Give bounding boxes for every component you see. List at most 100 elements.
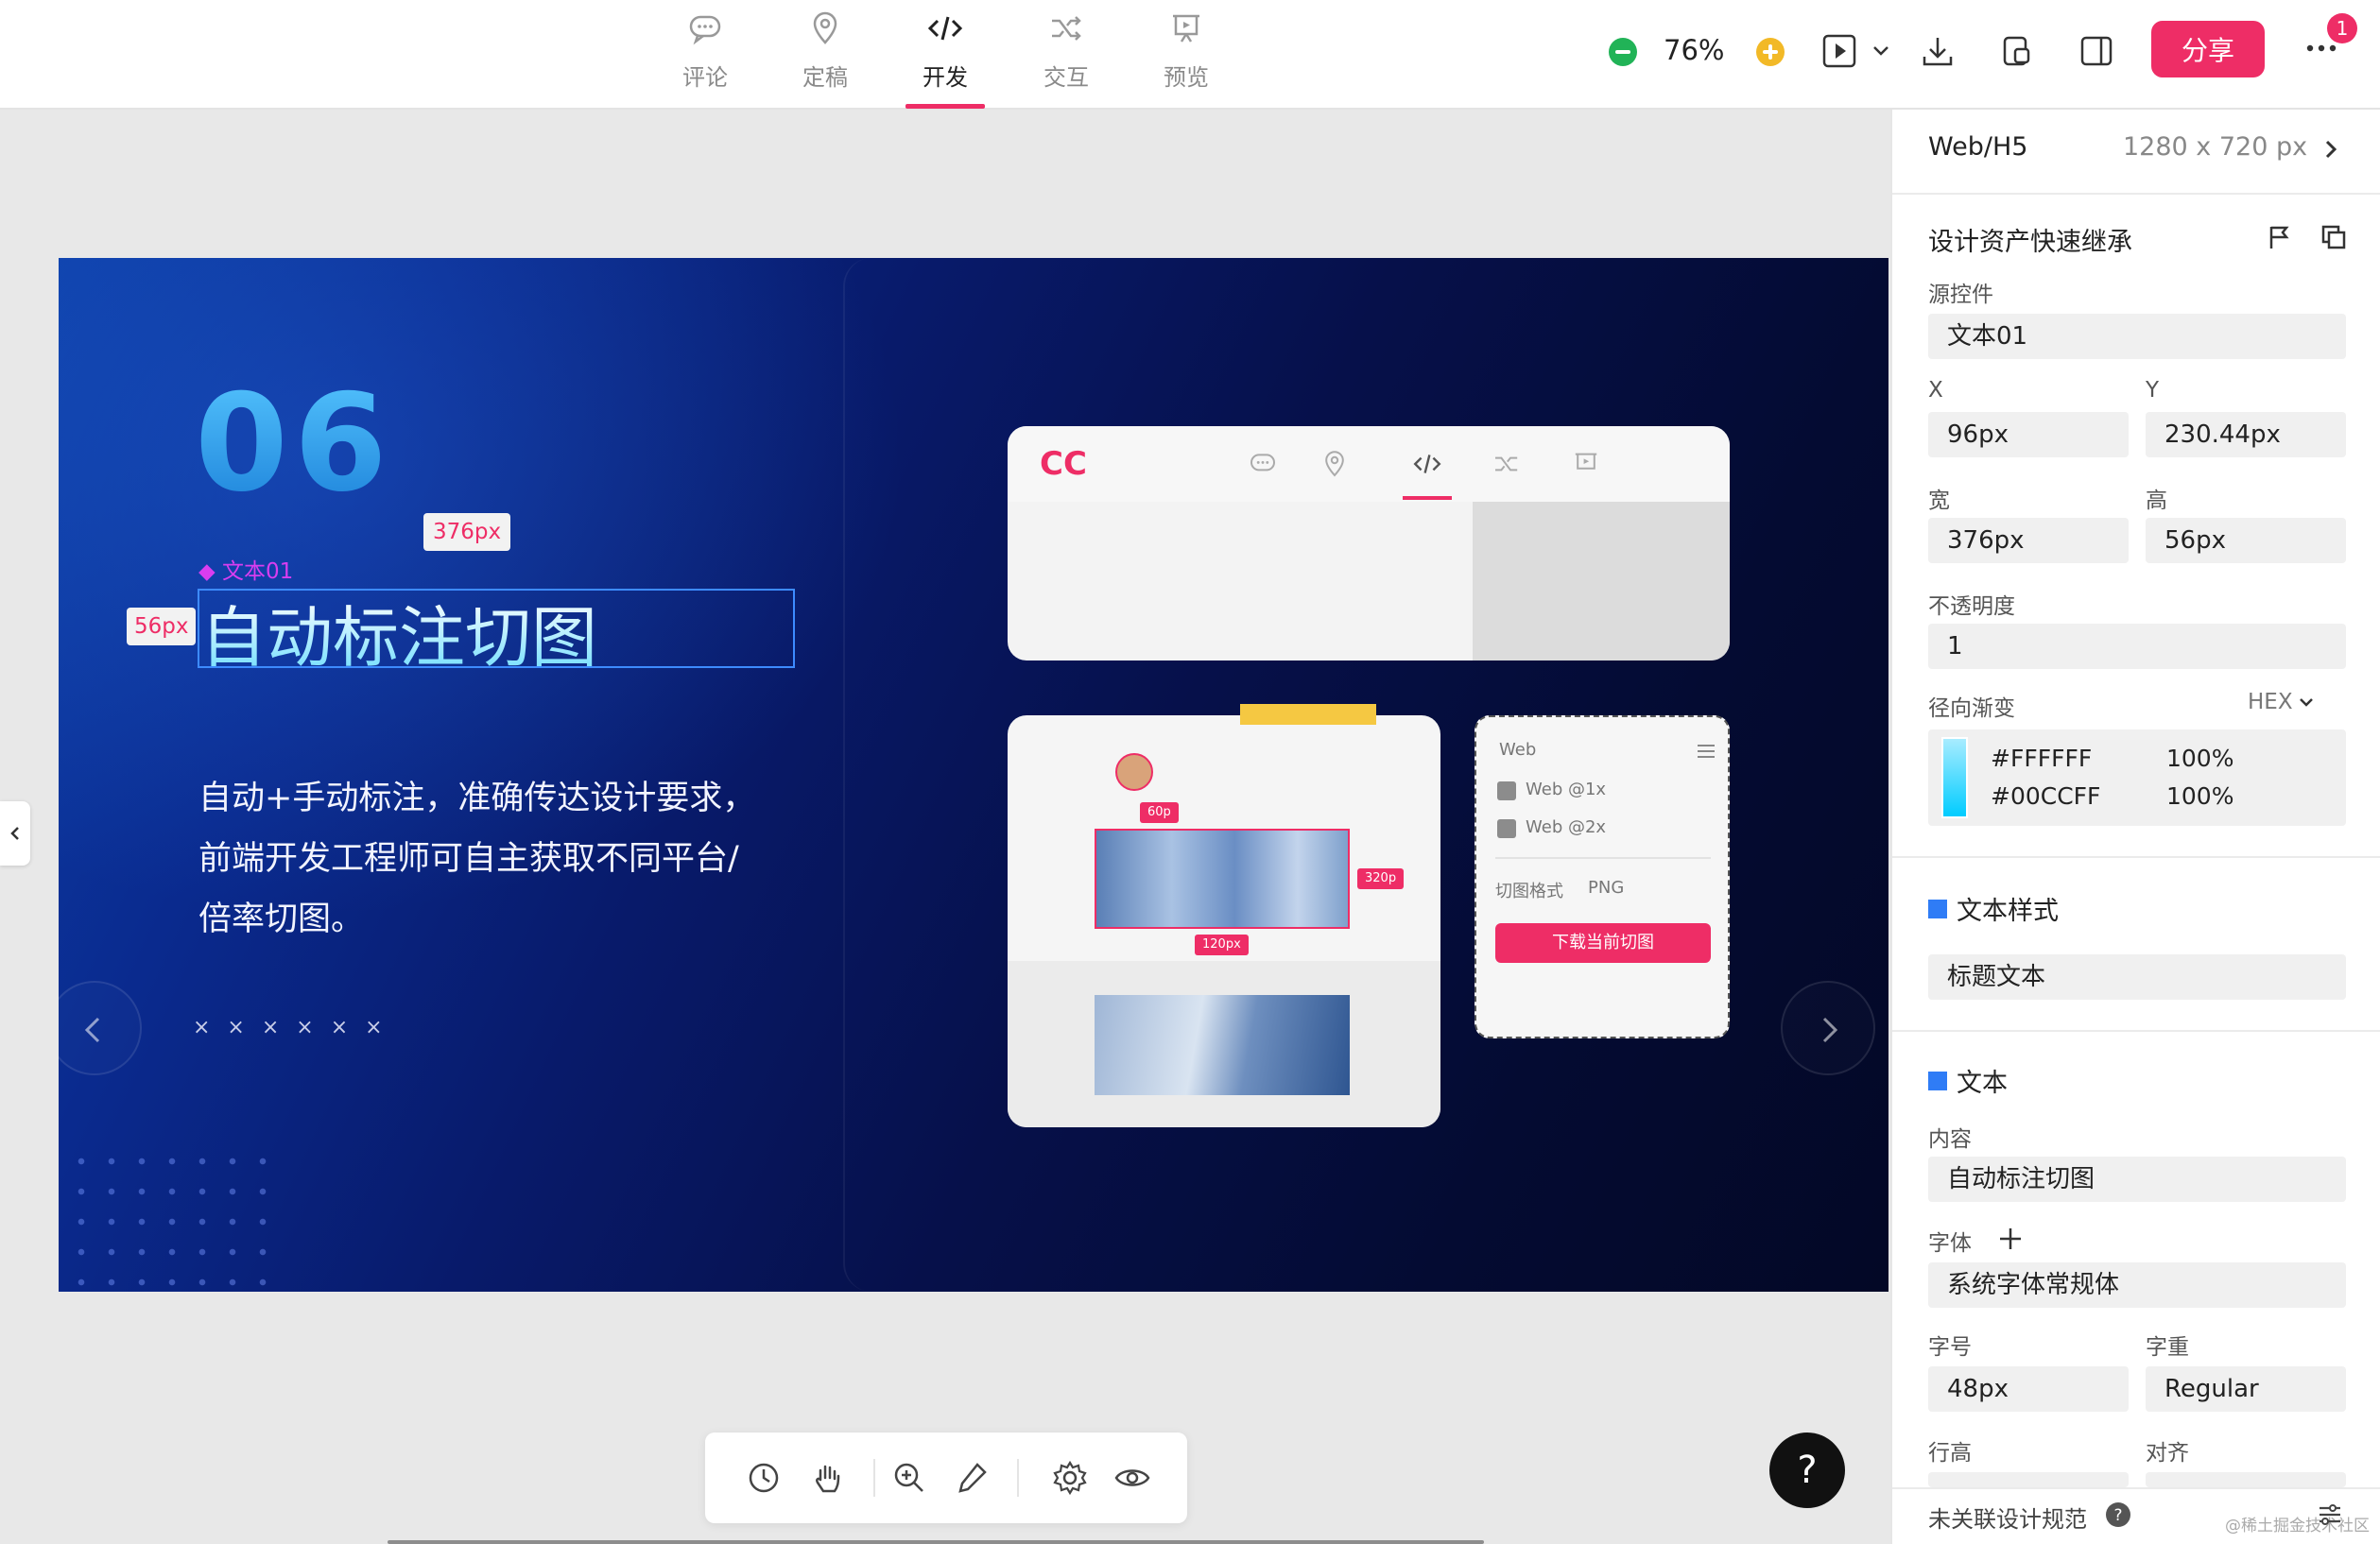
export-1x-label: Web @1x — [1526, 780, 1607, 799]
gradient-stops-box: #FFFFFF 100% #00CCFF 100% — [1928, 729, 2346, 826]
artboard-size: 1280 x 720 px — [2123, 132, 2308, 162]
height-field[interactable]: 56px — [2146, 518, 2346, 563]
align-label: 对齐 — [2146, 1441, 2189, 1466]
layer-name-label: ◆ 文本01 — [198, 559, 294, 584]
tab-finalize[interactable]: 定稿 — [778, 0, 872, 110]
chevron-down-icon[interactable] — [1870, 42, 1892, 60]
zoom-level[interactable]: 76% — [1664, 34, 1724, 66]
content-label: 内容 — [1928, 1127, 1972, 1152]
mockup-avatar — [1115, 753, 1153, 791]
align-field[interactable] — [2146, 1472, 2346, 1487]
text-style-field[interactable]: 标题文本 — [1928, 954, 2346, 1000]
mockup-export-panel[interactable]: Web Web @1x Web @2x 切图格式 PNG 下载当前切图 — [1475, 715, 1730, 1038]
help-button[interactable]: ? — [1769, 1432, 1845, 1508]
zoom-icon[interactable] — [890, 1459, 928, 1497]
line-height-label: 行高 — [1928, 1441, 1972, 1466]
history-icon[interactable] — [745, 1459, 783, 1497]
mockup-building-photo — [1095, 829, 1350, 929]
x-label: X — [1928, 378, 1943, 403]
copy-link-icon[interactable] — [1998, 32, 2036, 70]
plus-icon[interactable] — [1996, 1225, 2025, 1253]
copy-icon[interactable] — [2320, 223, 2348, 251]
gradient-stop-color[interactable]: #00CCFF — [1991, 782, 2100, 810]
tab-interaction[interactable]: 交互 — [1019, 0, 1113, 110]
y-label: Y — [2146, 378, 2160, 403]
comment-icon — [689, 15, 721, 45]
source-label: 源控件 — [1928, 283, 1993, 307]
collapse-left-panel-button[interactable] — [0, 801, 30, 866]
design-artboard[interactable]: 06 376px ◆ 文本01 56px 自动标注切图 自动+手动标注，准确传达… — [59, 258, 1888, 1292]
source-field[interactable]: 文本01 — [1928, 314, 2346, 359]
font-field[interactable]: 系统字体常规体 — [1928, 1262, 2346, 1308]
measure-tag: 60p — [1140, 802, 1179, 823]
mockup-annotation — [1240, 704, 1376, 725]
gradient-stop-opacity[interactable]: 100% — [2166, 745, 2233, 772]
mockup-device[interactable]: 60p 320p 120px — [1008, 715, 1440, 1127]
prev-slide-button[interactable] — [59, 981, 142, 1075]
panel-toggle-icon[interactable] — [2078, 32, 2115, 70]
gradient-format-select[interactable]: HEX — [2248, 690, 2293, 714]
font-size-field[interactable]: 48px — [1928, 1366, 2129, 1412]
settings-sliders-icon — [1698, 745, 1715, 758]
body-text-layer[interactable]: 自动+手动标注，准确传达设计要求，前端开发工程师可自主获取不同平台/倍率切图。 — [198, 768, 766, 950]
play-icon[interactable] — [1820, 32, 1858, 70]
x-field[interactable]: 96px — [1928, 412, 2129, 457]
tab-comment[interactable]: 评论 — [658, 0, 752, 110]
content-field[interactable]: 自动标注切图 — [1928, 1157, 2346, 1202]
tab-preview[interactable]: 预览 — [1139, 0, 1233, 110]
settings-sliders-icon[interactable] — [2316, 1501, 2344, 1529]
share-button[interactable]: 分享 — [2151, 21, 2265, 77]
section-marker — [1928, 900, 1947, 918]
width-field[interactable]: 376px — [1928, 518, 2129, 563]
divider — [1892, 1030, 2380, 1032]
gradient-swatch[interactable] — [1941, 737, 1968, 818]
flag-icon[interactable] — [2265, 223, 2293, 251]
download-icon[interactable] — [1919, 32, 1957, 70]
gradient-stop-opacity[interactable]: 100% — [2166, 782, 2233, 810]
export-2x-label: Web @2x — [1526, 817, 1607, 837]
hand-icon[interactable] — [809, 1459, 847, 1497]
watermark: @稀土掘金技术社区 — [2225, 1517, 2370, 1535]
opacity-field[interactable]: 1 — [1928, 624, 2346, 669]
line-height-field[interactable] — [1928, 1472, 2129, 1487]
tab-develop[interactable]: 开发 — [898, 0, 992, 110]
mockup-header — [1008, 426, 1730, 502]
horizontal-scrollbar[interactable] — [388, 1540, 1484, 1544]
selection-box — [198, 589, 795, 668]
location-pin-icon — [813, 11, 837, 44]
tab-label: 定稿 — [802, 64, 848, 91]
measure-tag: 120px — [1195, 935, 1249, 955]
measure-tag: 320p — [1357, 868, 1405, 889]
y-field[interactable]: 230.44px — [2146, 412, 2346, 457]
gradient-stop-color[interactable]: #FFFFFF — [1991, 745, 2092, 772]
code-icon — [1413, 455, 1441, 473]
shuffle-icon — [1495, 456, 1518, 472]
location-pin-icon — [1325, 451, 1344, 477]
font-label: 字体 — [1928, 1231, 1972, 1256]
font-weight-field[interactable]: Regular — [2146, 1366, 2346, 1412]
divider — [1892, 193, 2380, 195]
gradient-label: 径向渐变 — [1928, 696, 2015, 721]
text-section-title: 文本 — [1957, 1069, 2008, 1098]
color-picker-icon[interactable] — [953, 1459, 991, 1497]
chevron-right-icon[interactable] — [2320, 134, 2344, 164]
decorative-crosses: ×××××× — [193, 1016, 400, 1039]
toolbar-separator — [873, 1459, 875, 1497]
zoom-in-icon[interactable] — [1754, 36, 1786, 68]
section-number[interactable]: 06 — [195, 366, 393, 522]
gear-icon[interactable] — [1051, 1459, 1089, 1497]
chevron-down-icon[interactable] — [2297, 695, 2316, 711]
next-slide-button[interactable] — [1781, 981, 1875, 1075]
eye-icon[interactable] — [1113, 1459, 1151, 1497]
mockup-app-window[interactable]: CC — [1008, 426, 1730, 660]
platform-label[interactable]: Web/H5 — [1928, 132, 2027, 162]
zoom-out-icon[interactable] — [1607, 36, 1639, 68]
width-label: 宽 — [1928, 489, 1950, 513]
format-value: PNG — [1588, 878, 1625, 898]
active-tab-indicator — [905, 104, 985, 109]
presentation-icon — [1173, 14, 1199, 43]
help-circle-icon[interactable]: ? — [2104, 1501, 2132, 1529]
tab-label: 交互 — [1043, 64, 1089, 91]
chevron-left-icon — [84, 1017, 100, 1043]
code-icon — [927, 16, 963, 41]
